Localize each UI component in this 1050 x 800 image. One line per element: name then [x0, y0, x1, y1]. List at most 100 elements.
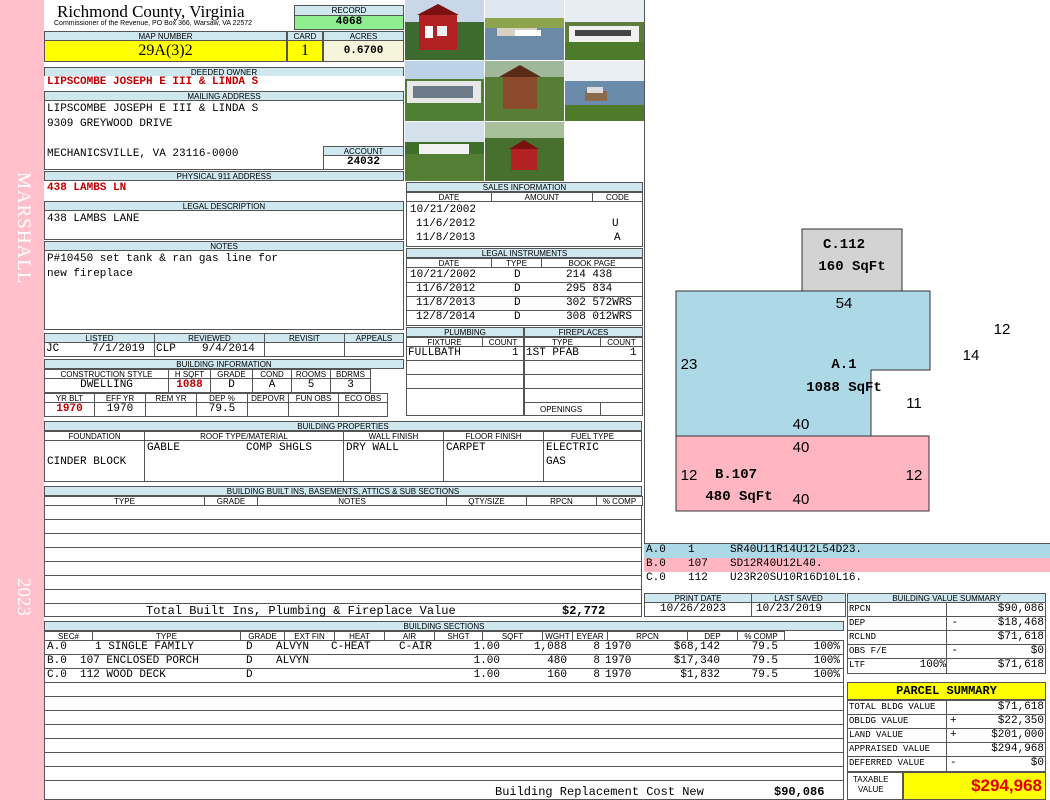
- parcel-key: OBLDG VALUE: [849, 716, 909, 726]
- print-date: 10/26/2023: [660, 603, 727, 615]
- sales-row-code: U: [612, 218, 619, 230]
- sections-total-value: $90,086: [774, 785, 825, 799]
- section-rpcn: $1,832: [680, 669, 720, 681]
- legend-vector: SR40U11R14U12L54D23.: [730, 544, 863, 556]
- binfo-value: D: [210, 378, 253, 393]
- sketch-label-c-name: C.112: [823, 237, 865, 253]
- section-sec: C.0: [47, 669, 67, 681]
- parcel-sign: +: [950, 729, 957, 741]
- fireplaces-label: FIREPLACES: [524, 327, 643, 337]
- binfo-value: A: [252, 378, 292, 393]
- binfo-value: [145, 402, 197, 417]
- parcel-key: DEFERRED VALUE: [849, 758, 925, 768]
- sales-row-date: 11/6/2012: [416, 218, 476, 230]
- photo-6: [565, 61, 645, 121]
- account-number: 24032: [323, 155, 404, 170]
- parcel-value: $294,968: [991, 743, 1044, 755]
- wall-finish-value: DRY WALL: [346, 442, 399, 454]
- card-number: 1: [287, 40, 323, 62]
- side-strip-town: MARSHALL: [13, 172, 34, 285]
- sketch-label-b-top: 40: [793, 439, 810, 456]
- legend-code: B.0: [646, 558, 666, 570]
- instrument-book: 214 438: [566, 269, 613, 281]
- roof-type-value: GABLE: [147, 442, 181, 454]
- photo-grid: [405, 0, 645, 181]
- section-grade: D: [246, 655, 253, 667]
- instrument-type: D: [514, 283, 521, 295]
- sketch-label-a-r2: 14: [963, 347, 980, 364]
- sketch-label-b-name: B.107: [715, 467, 757, 483]
- parcel-key: TOTAL BLDG VALUE: [849, 702, 936, 712]
- sketch-label-b-bot: 40: [793, 491, 810, 508]
- section-air: C-AIR: [399, 641, 433, 653]
- sketch-label-a-top: 54: [836, 295, 853, 312]
- mailing-line1: LIPSCOMBE JOSEPH E III & LINDA S: [47, 103, 259, 115]
- roof-material-value: COMP SHGLS: [246, 442, 313, 454]
- binfo-value: 5: [291, 378, 331, 393]
- parcel-sign: +: [950, 715, 957, 727]
- section-wght: 8: [593, 669, 600, 681]
- binfo-value: 1970: [94, 402, 146, 417]
- building-info-label: BUILDING INFORMATION: [44, 359, 404, 369]
- fuel-type-1: ELECTRIC: [546, 442, 599, 454]
- sections-label: BUILDING SECTIONS: [44, 621, 844, 631]
- parcel-summary-title: PARCEL SUMMARY: [847, 682, 1046, 700]
- builtins-total-value: $2,772: [562, 604, 606, 618]
- physical-label: PHYSICAL 911 ADDRESS: [44, 171, 404, 181]
- plumbing-fixture: FULLBATH: [408, 347, 461, 359]
- binfo-value: [247, 402, 289, 417]
- sections-total-label: Building Replacement Cost New: [495, 785, 704, 799]
- bvs-key: RCLND: [849, 632, 877, 642]
- sketch-label-c-area: 160 SqFt: [818, 259, 885, 275]
- sketch-label-a-r1: 12: [994, 321, 1011, 338]
- sketch-label-a-area: 1088 SqFt: [806, 380, 882, 396]
- section-dep: 79.5: [751, 641, 778, 653]
- photo-7: [405, 122, 484, 181]
- photo-3: [565, 0, 645, 60]
- section-wght: 8: [593, 641, 600, 653]
- instrument-book: 295 834: [566, 283, 613, 295]
- bvs-key: LTF: [849, 660, 866, 670]
- legend-number: 1: [688, 544, 695, 556]
- section-rpcn: $17,340: [673, 655, 720, 667]
- acres-value: 0.6700: [323, 40, 404, 62]
- sketch-label-a-left: 23: [681, 356, 698, 373]
- sales-row-code: A: [614, 232, 621, 244]
- plumbing-label: PLUMBING: [406, 327, 524, 337]
- section-sqft: 160: [547, 669, 567, 681]
- section-shgt: 1.00: [473, 669, 500, 681]
- owner-name: LIPSCOMBE JOSEPH E III & LINDA S: [44, 76, 404, 91]
- sketch-label-a-name: A.1: [831, 357, 856, 373]
- section-dep: 79.5: [751, 669, 778, 681]
- instruments-label: LEGAL INSTRUMENTS: [406, 248, 643, 258]
- section-type: 107 ENCLOSED PORCH: [80, 655, 199, 667]
- record-value: 4068: [294, 15, 404, 30]
- openings-label: OPENINGS: [540, 405, 583, 414]
- instrument-type: D: [514, 269, 521, 281]
- sales-row-date: 10/21/2002: [410, 204, 477, 216]
- builtins-total-label: Total Built Ins, Plumbing & Fireplace Va…: [146, 604, 456, 618]
- legend-vector: U23R20SU10R16D10L16.: [730, 572, 863, 584]
- instrument-date: 11/6/2012: [416, 283, 476, 295]
- taxable-value: $294,968: [903, 772, 1046, 800]
- photo-1: [405, 0, 484, 60]
- section-heat: C-HEAT: [331, 641, 371, 653]
- binfo-value: 1088: [168, 378, 211, 393]
- photo-2: [485, 0, 564, 60]
- bvs-key: DEP: [849, 618, 866, 628]
- section-eyear: 1970: [605, 641, 632, 653]
- side-strip-year: 2023: [13, 578, 34, 616]
- instrument-book: 308 012WRS: [566, 311, 633, 323]
- sales-label: SALES INFORMATION: [406, 182, 643, 192]
- binfo-value: DWELLING: [44, 378, 169, 393]
- section-wght: 8: [593, 655, 600, 667]
- binfo-value: 3: [330, 378, 371, 393]
- instrument-date: 11/8/2013: [416, 297, 476, 309]
- sketch-label-b-area: 480 SqFt: [705, 489, 772, 505]
- bvs-value: $0: [1030, 645, 1044, 657]
- fireplace-count: 1: [630, 347, 637, 359]
- side-strip: [0, 0, 44, 800]
- listed-date: 7/1/2019: [92, 343, 145, 355]
- bvs-value: $71,618: [997, 631, 1044, 643]
- section-shgt: 1.00: [473, 655, 500, 667]
